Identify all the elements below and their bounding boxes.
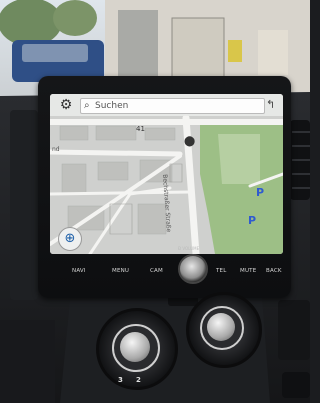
fan-dial-knob[interactable]: [120, 332, 150, 362]
head-unit-button-strip: NAVI MENU CAM TEL MUTE BACK: [52, 262, 282, 284]
navigation-screen[interactable]: ⚙ ⌕ Suchen ↰ 41 nd Bechstraßer Straße ⬤ …: [50, 94, 283, 254]
tel-button[interactable]: TEL: [216, 268, 227, 274]
parking-symbol[interactable]: P: [248, 214, 256, 227]
volume-label: Ð VOLUME: [178, 246, 200, 251]
magnifier-icon: ⌕: [84, 100, 90, 111]
fan-speed-number: 2: [136, 376, 141, 384]
temp-dial-knob[interactable]: [207, 313, 235, 341]
menu-button[interactable]: MENU: [112, 268, 129, 274]
corner-arrow-icon[interactable]: ↰: [266, 98, 275, 112]
gear-icon[interactable]: ⚙: [58, 97, 74, 113]
fan-speed-number: 3: [118, 376, 123, 384]
search-placeholder: Suchen: [95, 101, 129, 111]
search-input[interactable]: ⌕ Suchen: [80, 98, 265, 114]
road-label: nd: [52, 146, 60, 153]
volume-knob[interactable]: [178, 254, 208, 284]
parking-symbol[interactable]: P: [256, 186, 264, 199]
zoom-indicator: 41: [136, 125, 145, 133]
crosshair-icon[interactable]: ⊕: [58, 227, 82, 251]
back-button[interactable]: BACK: [266, 268, 282, 274]
navi-button[interactable]: NAVI: [72, 268, 86, 274]
search-bar-container: ⚙ ⌕ Suchen ↰: [50, 94, 283, 116]
cam-button[interactable]: CAM: [150, 268, 163, 274]
mute-button[interactable]: MUTE: [240, 268, 256, 274]
map-pin-icon: ⬤: [184, 136, 196, 147]
